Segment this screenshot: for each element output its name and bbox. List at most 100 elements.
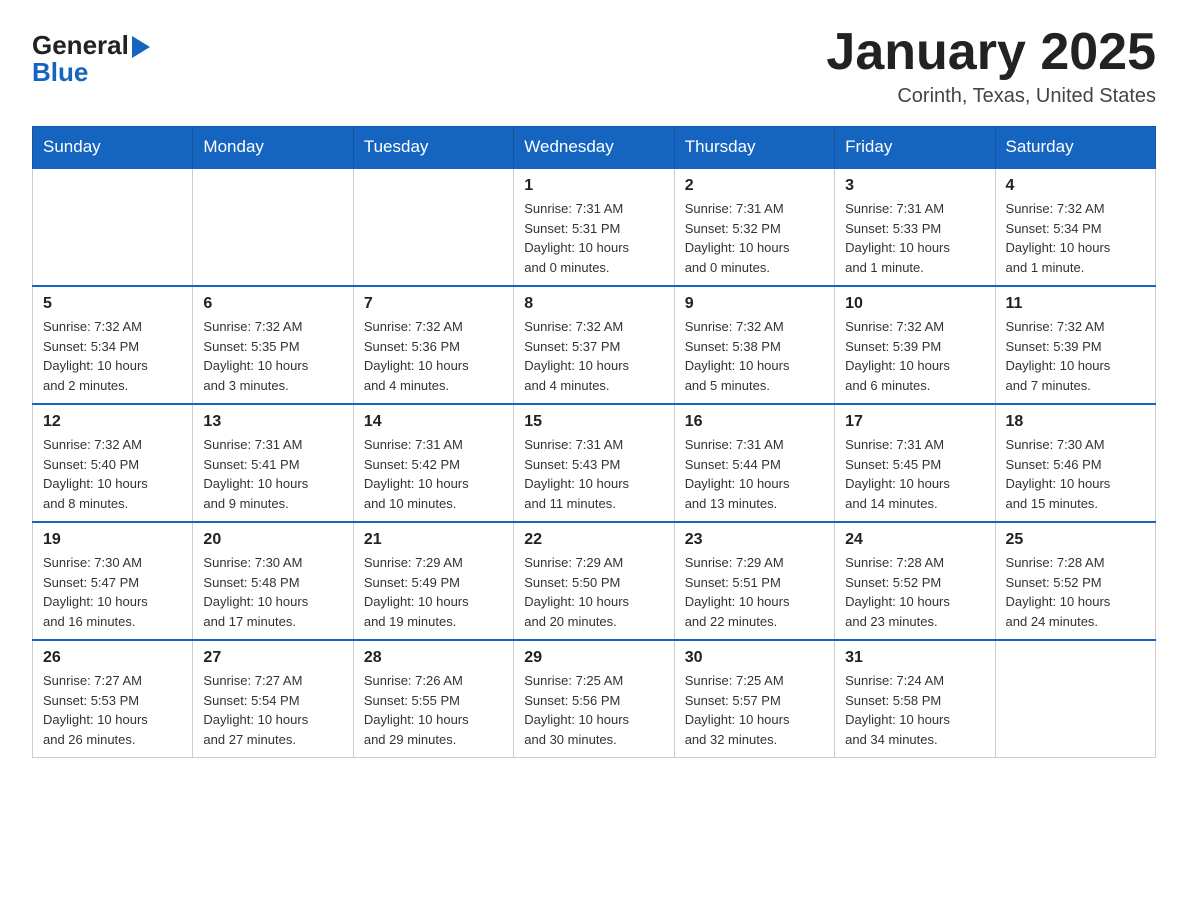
calendar-cell: 3Sunrise: 7:31 AMSunset: 5:33 PMDaylight… [835,168,995,286]
calendar-cell: 25Sunrise: 7:28 AMSunset: 5:52 PMDayligh… [995,522,1155,640]
day-number: 7 [364,295,503,313]
day-number: 15 [524,413,663,431]
day-header-tuesday: Tuesday [353,127,513,169]
sunset-info: Sunset: 5:31 PM [524,219,663,239]
sunset-info: Sunset: 5:43 PM [524,455,663,475]
daylight-info: Daylight: 10 hours [364,592,503,612]
sunrise-info: Sunrise: 7:31 AM [524,435,663,455]
daylight-info-cont: and 17 minutes. [203,612,342,632]
calendar-cell [193,168,353,286]
daylight-info-cont: and 7 minutes. [1006,376,1145,396]
calendar-cell: 18Sunrise: 7:30 AMSunset: 5:46 PMDayligh… [995,404,1155,522]
sunrise-info: Sunrise: 7:32 AM [364,317,503,337]
day-number: 14 [364,413,503,431]
sunset-info: Sunset: 5:46 PM [1006,455,1145,475]
day-number: 13 [203,413,342,431]
day-header-sunday: Sunday [33,127,193,169]
sunset-info: Sunset: 5:37 PM [524,337,663,357]
sunrise-info: Sunrise: 7:30 AM [43,553,182,573]
day-header-monday: Monday [193,127,353,169]
daylight-info: Daylight: 10 hours [1006,592,1145,612]
daylight-info: Daylight: 10 hours [203,592,342,612]
sunset-info: Sunset: 5:38 PM [685,337,824,357]
calendar-cell: 4Sunrise: 7:32 AMSunset: 5:34 PMDaylight… [995,168,1155,286]
day-number: 10 [845,295,984,313]
daylight-info: Daylight: 10 hours [845,710,984,730]
day-number: 3 [845,177,984,195]
daylight-info-cont: and 23 minutes. [845,612,984,632]
sunset-info: Sunset: 5:34 PM [1006,219,1145,239]
daylight-info-cont: and 11 minutes. [524,494,663,514]
calendar-cell: 23Sunrise: 7:29 AMSunset: 5:51 PMDayligh… [674,522,834,640]
sunset-info: Sunset: 5:36 PM [364,337,503,357]
daylight-info: Daylight: 10 hours [524,592,663,612]
calendar-cell: 20Sunrise: 7:30 AMSunset: 5:48 PMDayligh… [193,522,353,640]
day-header-friday: Friday [835,127,995,169]
sunrise-info: Sunrise: 7:29 AM [685,553,824,573]
logo-blue-text: Blue [32,57,88,88]
day-number: 26 [43,649,182,667]
title-block: January 2025 Corinth, Texas, United Stat… [826,24,1156,108]
sunrise-info: Sunrise: 7:29 AM [364,553,503,573]
day-number: 23 [685,531,824,549]
calendar-body: 1Sunrise: 7:31 AMSunset: 5:31 PMDaylight… [33,168,1156,758]
sunset-info: Sunset: 5:52 PM [1006,573,1145,593]
sunset-info: Sunset: 5:51 PM [685,573,824,593]
calendar-cell: 26Sunrise: 7:27 AMSunset: 5:53 PMDayligh… [33,640,193,758]
daylight-info-cont: and 34 minutes. [845,730,984,750]
sunset-info: Sunset: 5:53 PM [43,691,182,711]
sunset-info: Sunset: 5:32 PM [685,219,824,239]
daylight-info: Daylight: 10 hours [685,710,824,730]
sunset-info: Sunset: 5:50 PM [524,573,663,593]
daylight-info-cont: and 14 minutes. [845,494,984,514]
daylight-info-cont: and 1 minute. [1006,258,1145,278]
sunrise-info: Sunrise: 7:32 AM [845,317,984,337]
sunrise-info: Sunrise: 7:32 AM [685,317,824,337]
location: Corinth, Texas, United States [826,85,1156,108]
sunrise-info: Sunrise: 7:31 AM [845,435,984,455]
daylight-info-cont: and 22 minutes. [685,612,824,632]
daylight-info: Daylight: 10 hours [364,356,503,376]
calendar-cell: 21 Sunrise: 7:29 AMSunset: 5:49 PMDayligh… [353,522,513,640]
sunrise-info: Sunrise: 7:32 AM [1006,317,1145,337]
sunset-info: Sunset: 5:58 PM [845,691,984,711]
sunset-info: Sunset: 5:34 PM [43,337,182,357]
week-row-1: 1Sunrise: 7:31 AMSunset: 5:31 PMDaylight… [33,168,1156,286]
sunset-info: Sunset: 5:54 PM [203,691,342,711]
day-number: 11 [1006,295,1145,313]
calendar-cell: 31Sunrise: 7:24 AMSunset: 5:58 PMDayligh… [835,640,995,758]
daylight-info-cont: and 20 minutes. [524,612,663,632]
calendar-cell: 2Sunrise: 7:31 AMSunset: 5:32 PMDaylight… [674,168,834,286]
calendar-cell: 12Sunrise: 7:32 AMSunset: 5:40 PMDayligh… [33,404,193,522]
sunrise-info: Sunrise: 7:27 AM [203,671,342,691]
sunset-info: Sunset: 5:48 PM [203,573,342,593]
daylight-info-cont: and 6 minutes. [845,376,984,396]
sunrise-info: Sunrise: 7:31 AM [364,435,503,455]
day-number: 27 [203,649,342,667]
calendar-cell: 1Sunrise: 7:31 AMSunset: 5:31 PMDaylight… [514,168,674,286]
daylight-info: Daylight: 10 hours [203,474,342,494]
daylight-info-cont: and 27 minutes. [203,730,342,750]
sunrise-info: Sunrise: 7:24 AM [845,671,984,691]
sunset-info: Sunset: 5:49 PM [364,573,503,593]
sunset-info: Sunset: 5:56 PM [524,691,663,711]
daylight-info: Daylight: 10 hours [1006,356,1145,376]
day-number: 4 [1006,177,1145,195]
day-number: 5 [43,295,182,313]
daylight-info: Daylight: 10 hours [43,710,182,730]
daylight-info-cont: and 30 minutes. [524,730,663,750]
sunset-info: Sunset: 5:41 PM [203,455,342,475]
sunrise-info: Sunrise: 7:32 AM [43,317,182,337]
daylight-info: Daylight: 10 hours [685,474,824,494]
sunrise-info: Sunrise: 7:25 AM [685,671,824,691]
calendar-cell [353,168,513,286]
sunset-info: Sunset: 5:44 PM [685,455,824,475]
day-number: 21 [364,531,503,549]
daylight-info: Daylight: 10 hours [524,238,663,258]
daylight-info: Daylight: 10 hours [203,710,342,730]
daylight-info-cont: and 4 minutes. [364,376,503,396]
logo: General Blue [32,24,150,88]
daylight-info-cont: and 16 minutes. [43,612,182,632]
daylight-info: Daylight: 10 hours [845,356,984,376]
daylight-info: Daylight: 10 hours [524,710,663,730]
